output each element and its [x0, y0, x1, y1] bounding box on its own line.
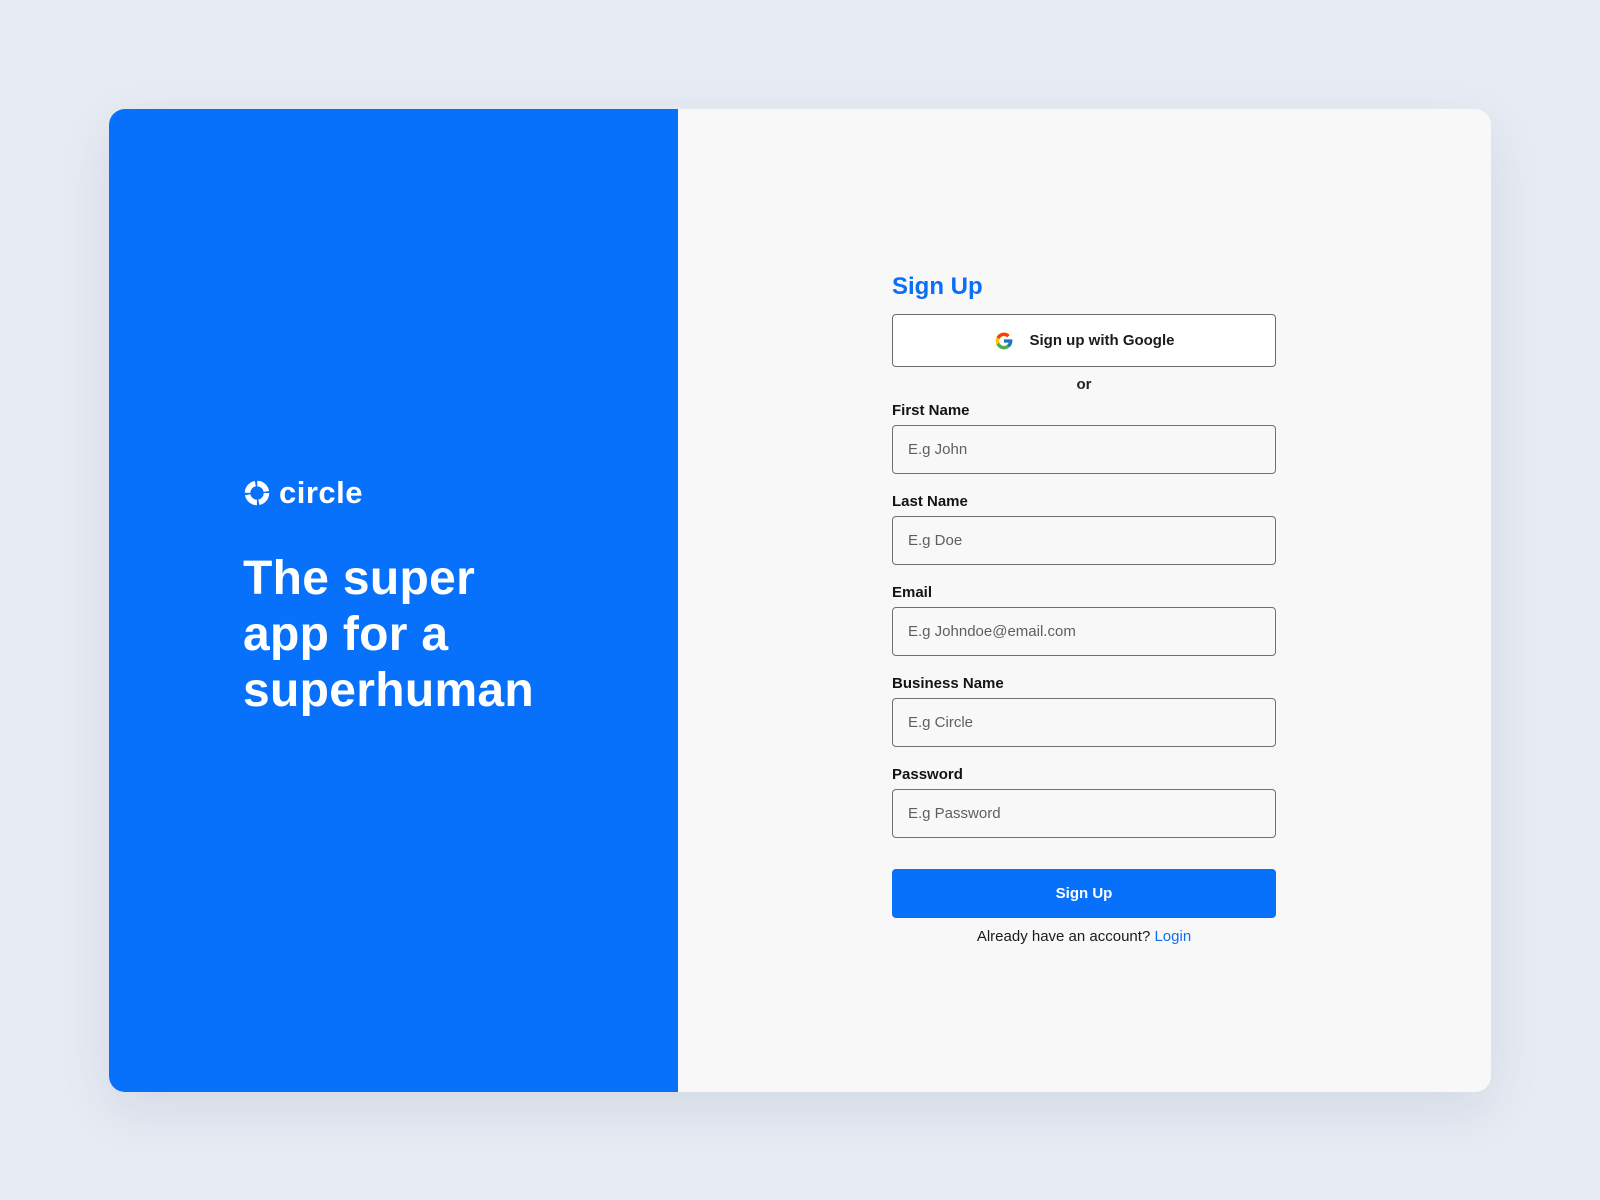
- signup-form: Sign Up Sign up with Google or First Nam…: [892, 272, 1276, 947]
- password-label: Password: [892, 766, 963, 783]
- email-label: Email: [892, 584, 933, 601]
- circle-logo-icon: [244, 480, 270, 505]
- sign-up-button[interactable]: Sign Up: [892, 869, 1276, 918]
- email-input[interactable]: [892, 607, 1276, 656]
- login-prompt-text: Already have an account?: [976, 928, 1151, 945]
- password-field: Password: [892, 765, 1276, 838]
- login-link[interactable]: Login: [1154, 928, 1191, 945]
- brand-logo: circle: [243, 477, 363, 508]
- brand-tagline: The super app for a superhuman: [243, 552, 535, 717]
- brand-panel: circle The super app for a superhuman: [109, 109, 678, 1092]
- login-prompt-row: Already have an account? Login: [892, 927, 1276, 947]
- google-signup-label: Sign up with Google: [1029, 332, 1175, 349]
- page-title: Sign Up: [892, 273, 983, 300]
- or-divider: or: [1076, 376, 1092, 393]
- last-name-label: Last Name: [892, 493, 968, 510]
- google-signup-button[interactable]: Sign up with Google: [892, 314, 1276, 367]
- password-input[interactable]: [892, 789, 1276, 838]
- business-name-label: Business Name: [892, 675, 1004, 692]
- first-name-field: First Name: [892, 401, 1276, 474]
- first-name-label: First Name: [892, 402, 970, 419]
- last-name-input[interactable]: [892, 516, 1276, 565]
- business-name-field: Business Name: [892, 674, 1276, 747]
- email-field: Email: [892, 583, 1276, 656]
- signup-card: circle The super app for a superhuman Si…: [109, 109, 1491, 1092]
- brand-name: circle: [279, 475, 364, 510]
- signup-panel: Sign Up Sign up with Google or First Nam…: [678, 109, 1491, 1092]
- google-icon: [995, 332, 1012, 349]
- last-name-field: Last Name: [892, 492, 1276, 565]
- business-name-input[interactable]: [892, 698, 1276, 747]
- first-name-input[interactable]: [892, 425, 1276, 474]
